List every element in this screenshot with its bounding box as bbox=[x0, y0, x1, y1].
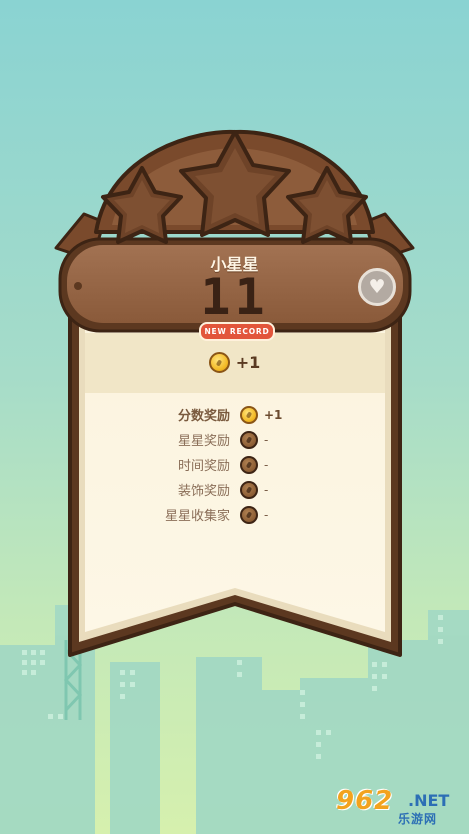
coin-icon bbox=[240, 430, 258, 449]
total-reward: +1 bbox=[0, 352, 469, 373]
reward-value: - bbox=[264, 482, 269, 497]
watermark-domain: .NET bbox=[408, 791, 450, 810]
reward-list: 分数奖励 +1 星星奖励 - 时间奖励 - 装饰奖励 - 星星收集家 - bbox=[130, 402, 350, 527]
reward-row-collector: 星星收集家 - bbox=[130, 502, 350, 527]
reward-label: 星星收集家 bbox=[164, 509, 230, 524]
reward-label: 分数奖励 bbox=[177, 409, 230, 424]
coin-icon bbox=[240, 480, 258, 499]
reward-label: 装饰奖励 bbox=[177, 484, 230, 499]
reward-value: - bbox=[264, 507, 269, 522]
score-value: 11 bbox=[200, 268, 269, 326]
heart-icon: ♥ bbox=[368, 276, 386, 298]
watermark-site: 乐游网 bbox=[398, 812, 438, 826]
reward-row-score: 分数奖励 +1 bbox=[130, 402, 350, 427]
watermark-logo: 962 bbox=[336, 786, 394, 816]
reward-row-stars: 星星奖励 - bbox=[130, 427, 350, 452]
reward-value: - bbox=[264, 432, 269, 447]
reward-row-time: 时间奖励 - bbox=[130, 452, 350, 477]
reward-row-decoration: 装饰奖励 - bbox=[130, 477, 350, 502]
favorite-button[interactable]: ♥ bbox=[358, 268, 396, 306]
reward-value: +1 bbox=[264, 407, 283, 422]
reward-label: 时间奖励 bbox=[177, 459, 230, 474]
coin-icon bbox=[240, 455, 258, 474]
coin-icon bbox=[240, 505, 258, 524]
reward-label: 星星奖励 bbox=[177, 434, 230, 449]
total-reward-amount: +1 bbox=[235, 353, 261, 372]
coin-icon bbox=[240, 405, 258, 424]
new-record-badge: NEW RECORD bbox=[199, 322, 275, 341]
reward-value: - bbox=[264, 457, 269, 472]
coin-icon bbox=[208, 352, 230, 373]
